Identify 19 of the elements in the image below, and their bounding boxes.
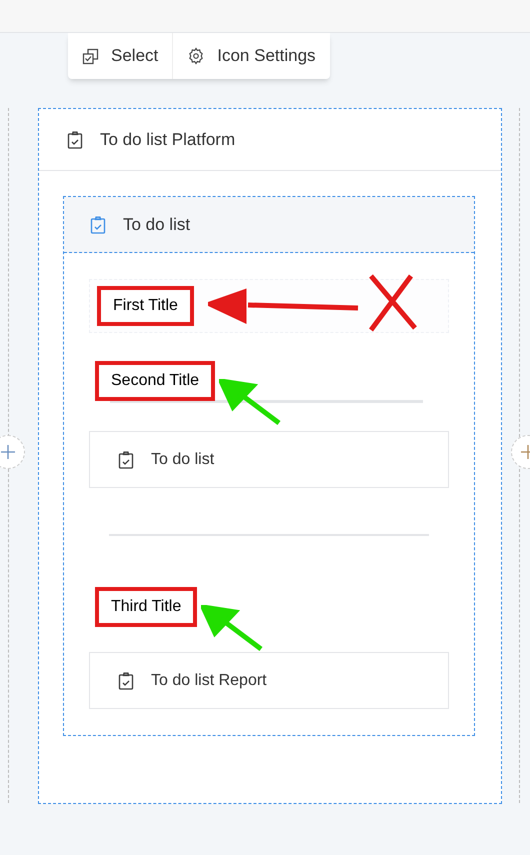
- block-title: First Title: [97, 286, 194, 326]
- clipboard-icon: [90, 216, 106, 234]
- select-icon: [82, 48, 99, 64]
- toolbar-button[interactable]: Select: [68, 33, 172, 79]
- list-title: To do list: [123, 214, 190, 236]
- card-title: To do list Report: [151, 670, 267, 690]
- panel-title: To do list Platform: [100, 128, 236, 151]
- card-title: To do list: [151, 450, 214, 470]
- settings-icon: [187, 47, 206, 65]
- add-button[interactable]: [0, 435, 25, 469]
- block-title: Second Title: [95, 361, 216, 401]
- list-card[interactable]: To do list Report: [89, 652, 449, 709]
- clipboard-icon: [118, 450, 134, 468]
- toolbar-button[interactable]: Icon Settings: [172, 33, 330, 79]
- plus-icon: [0, 444, 16, 460]
- block-title: Third Title: [95, 587, 198, 627]
- clipboard-icon: [118, 672, 134, 690]
- clipboard-icon: [67, 130, 83, 148]
- list-card[interactable]: To do list: [89, 431, 449, 488]
